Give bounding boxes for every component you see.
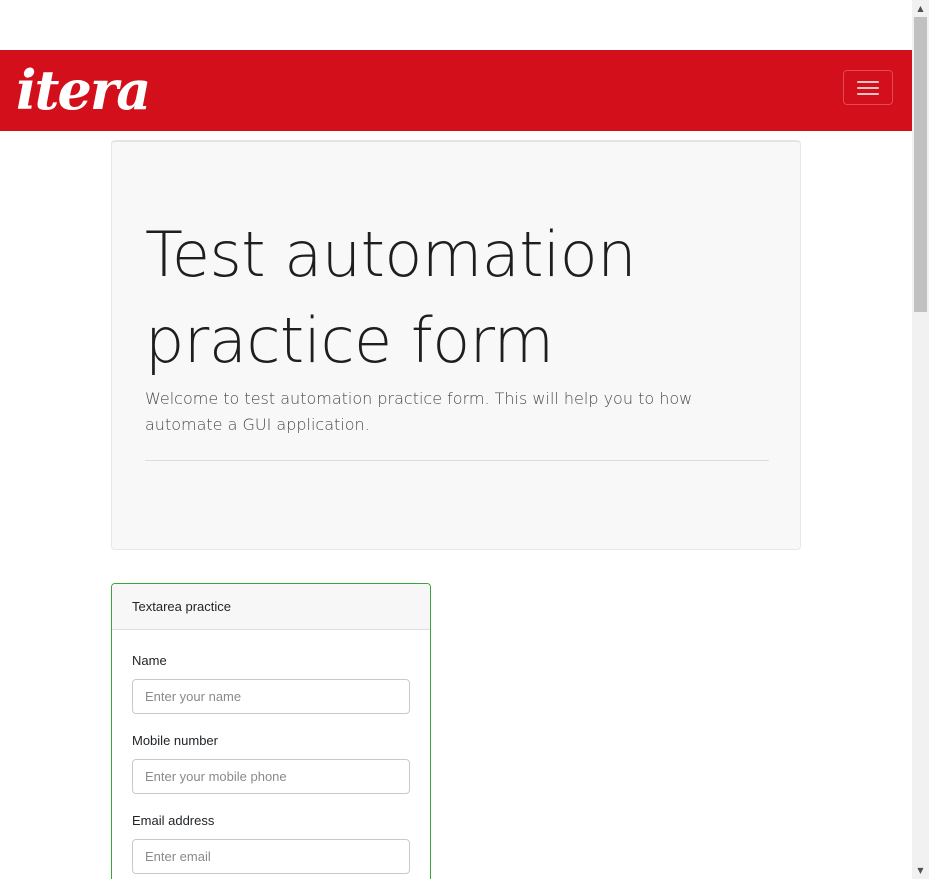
textarea-practice-card: Textarea practice Name Mobile number Ema… <box>111 583 431 879</box>
name-label: Name <box>132 653 167 668</box>
email-address-label: Email address <box>132 813 215 828</box>
page-title: Test automation practice form <box>145 218 636 377</box>
page: itera Test automation practice form Welc… <box>0 0 912 879</box>
hamburger-menu-icon-bar <box>857 93 879 95</box>
hamburger-menu-icon <box>857 81 879 83</box>
top-navbar: itera <box>0 50 912 131</box>
name-input[interactable] <box>132 679 410 714</box>
navbar-toggle-button[interactable] <box>843 70 893 105</box>
arrow-down-icon[interactable]: ▼ <box>912 862 929 879</box>
itera-logo-mark: itera <box>16 62 151 118</box>
itera-logo[interactable]: itera <box>14 62 160 118</box>
scrollbar-thumb[interactable] <box>914 17 927 312</box>
mobile-number-label: Mobile number <box>132 733 218 748</box>
svg-text:itera: itera <box>16 62 149 118</box>
hamburger-menu-icon-bar <box>857 87 879 89</box>
hero-jumbotron: Test automation practice form Welcome to… <box>111 140 801 550</box>
mobile-number-input[interactable] <box>132 759 410 794</box>
card-header: Textarea practice <box>112 584 430 630</box>
email-input[interactable] <box>132 839 410 874</box>
arrow-up-icon[interactable]: ▲ <box>912 0 929 17</box>
vertical-scrollbar[interactable]: ▲ ▼ <box>912 0 929 879</box>
hero-divider <box>145 460 769 461</box>
hero-lead-text: Welcome to test automation practice form… <box>145 389 693 434</box>
